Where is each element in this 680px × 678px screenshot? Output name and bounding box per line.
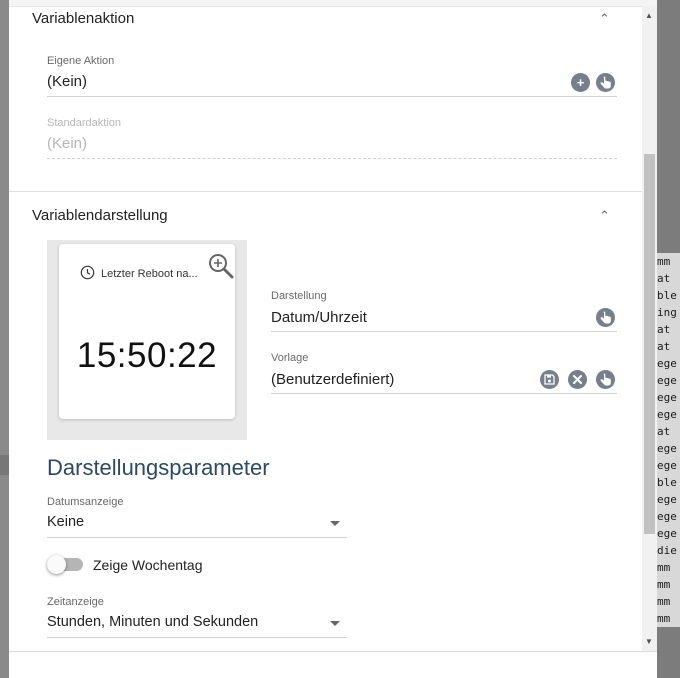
clock-icon (80, 265, 95, 280)
plus-icon: + (576, 75, 585, 90)
background-text-line: at (657, 272, 671, 285)
hand-pointer-icon (600, 311, 611, 324)
weekday-toggle-knob[interactable] (47, 555, 66, 574)
section-divider (9, 191, 642, 192)
background-text-line: ege (657, 357, 677, 370)
custom-action-value[interactable]: (Kein) (47, 73, 87, 90)
scrollbar-thumb[interactable] (644, 154, 655, 534)
time-display-select[interactable]: Stunden, Minuten und Sekunden (47, 614, 258, 630)
backdrop-right: mm at ble ing at at ege ege ege ege at ege ege ble ege… (657, 0, 680, 678)
dialog-top-edge (9, 0, 657, 7)
hand-pointer-icon (600, 76, 611, 89)
dialog-footer (9, 651, 657, 678)
collapse-display-button[interactable]: ⌃ (599, 209, 610, 223)
default-action-underline (47, 158, 617, 159)
background-text-line: ege (657, 442, 677, 455)
params-heading: Darstellungsparameter (47, 455, 270, 480)
background-text-line: at (657, 340, 671, 353)
custom-action-underline (47, 96, 617, 97)
background-text-line: at (657, 425, 671, 438)
background-text-line: mm (657, 595, 671, 608)
background-text-line: ing (657, 306, 677, 319)
select-presentation-button[interactable] (596, 308, 615, 327)
add-action-button[interactable]: + (571, 73, 590, 92)
select-action-button[interactable] (596, 73, 615, 92)
date-display-label: Datumsanzeige (47, 496, 124, 508)
save-icon (544, 374, 555, 385)
presentation-value[interactable]: Datum/Uhrzeit (271, 309, 367, 326)
date-display-underline (47, 537, 347, 538)
background-text-line: mm (657, 255, 671, 268)
scrollbar[interactable]: ▲ ▼ (642, 6, 657, 651)
time-display-label: Zeitanzeige (47, 596, 104, 608)
zoom-in-icon[interactable] (207, 252, 235, 280)
clear-template-button[interactable] (568, 370, 587, 389)
background-text-line: mm (657, 561, 671, 574)
template-label: Vorlage (271, 352, 309, 364)
default-action-value: (Kein) (47, 135, 88, 152)
tile-preview: Letzter Reboot na... 15:50:22 (59, 244, 235, 419)
time-display-underline (47, 637, 347, 638)
background-text-line: ege (657, 493, 677, 506)
scroll-down-arrow[interactable]: ▼ (645, 637, 653, 647)
weekday-toggle-label: Zeige Wochentag (93, 557, 203, 573)
close-icon (573, 375, 582, 384)
background-text-line: at (657, 323, 671, 336)
hand-pointer-icon (600, 373, 611, 386)
background-text-line: mm (657, 578, 671, 591)
background-text-line: die (657, 544, 677, 557)
scroll-up-arrow[interactable]: ▲ (645, 11, 653, 21)
date-display-select[interactable]: Keine (47, 514, 84, 530)
presentation-label: Darstellung (271, 290, 327, 302)
section-title-display: Variablendarstellung (32, 207, 168, 224)
presentation-underline (271, 331, 617, 332)
background-text-line: mm (657, 612, 671, 625)
caret-down-icon[interactable] (330, 621, 340, 626)
template-value[interactable]: (Benutzerdefiniert) (271, 371, 394, 388)
background-text-line: ege (657, 374, 677, 387)
dialog: Variablenaktion ⌃ Eigene Aktion (Kein) +… (9, 0, 657, 678)
chevron-up-icon: ⌃ (599, 11, 610, 26)
custom-action-label: Eigene Aktion (47, 55, 115, 67)
section-title-action: Variablenaktion (32, 10, 135, 27)
background-text-line: ege (657, 510, 677, 523)
background-text-line: ege (657, 527, 677, 540)
select-template-button[interactable] (596, 370, 615, 389)
background-text-line: ege (657, 408, 677, 421)
tile-title: Letzter Reboot na... (101, 268, 198, 280)
backdrop-left (0, 0, 9, 678)
default-action-label: Standardaktion (47, 117, 121, 129)
tile-time-value: 15:50:22 (76, 336, 218, 375)
background-text-line: ble (657, 289, 677, 302)
save-template-button[interactable] (540, 370, 559, 389)
background-text-line: ege (657, 459, 677, 472)
chevron-up-icon: ⌃ (599, 208, 610, 223)
caret-down-icon[interactable] (330, 521, 340, 526)
background-text: mm at ble ing at at ege ege ege ege at ege ege ble ege… (657, 253, 680, 627)
background-text-line: ege (657, 391, 677, 404)
collapse-action-button[interactable]: ⌃ (599, 12, 610, 26)
background-text-line: ble (657, 476, 677, 489)
template-underline (271, 393, 617, 394)
